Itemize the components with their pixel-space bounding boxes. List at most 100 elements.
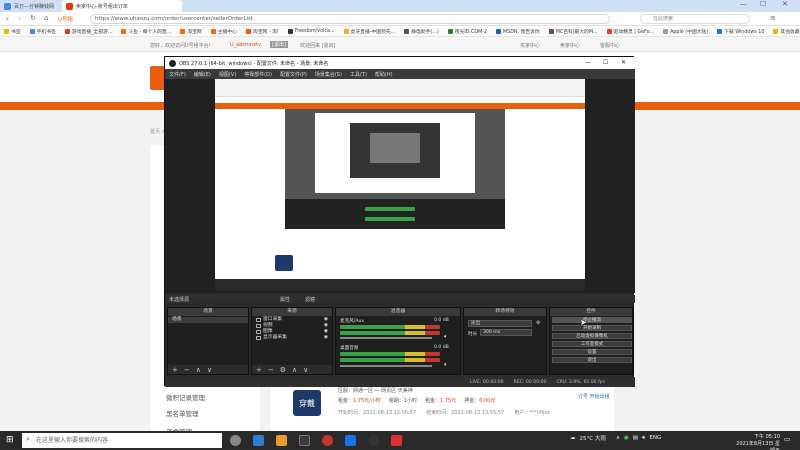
transition-select[interactable]: 淡出 (468, 320, 532, 327)
capture-browser-bar (215, 79, 585, 97)
move-up-icon[interactable]: ∧ (196, 366, 201, 374)
bookmark-item[interactable]: Freedom/volca... (287, 28, 335, 34)
properties-button[interactable]: 属性 (280, 296, 290, 303)
notification-icon[interactable]: ▭ (784, 435, 791, 443)
username-link[interactable]: U_abcmnxtv (230, 42, 261, 48)
add-source-icon[interactable]: + (256, 366, 262, 374)
qq-browser-icon[interactable] (345, 435, 356, 446)
weather-text[interactable]: 25°C 大雨 (580, 434, 606, 442)
buyer-center-link[interactable]: 买家中心 (520, 42, 540, 49)
logout-badge[interactable]: [退出] (270, 41, 288, 48)
back-icon[interactable]: ‹ (6, 14, 9, 23)
tray-chevron-icon[interactable]: ∧ (616, 435, 620, 441)
file-explorer-icon[interactable] (276, 435, 287, 446)
obs-menu-item[interactable]: 帮助(H) (375, 71, 393, 78)
speaker-icon[interactable]: 🔈︎ (444, 361, 448, 369)
scene-item[interactable]: 场景 (168, 317, 248, 323)
taskbar-search-input[interactable]: 在这里输入你要搜索的内容 (22, 433, 222, 448)
transition-gear-icon[interactable]: ⚙ (536, 320, 540, 326)
sidebar-item-records[interactable]: 微积记录管理 (166, 392, 205, 402)
bookmark-item[interactable]: 虎牙直播-中国领先... (343, 28, 395, 35)
bookmark-item[interactable]: 游戏直播_全部游... (64, 28, 112, 35)
seller-center-link[interactable]: 卖家中心 (560, 42, 580, 49)
obs-taskbar-icon[interactable] (368, 435, 379, 446)
bookmark-item[interactable]: 下载 Windows 10 (717, 28, 764, 35)
bookmark-item[interactable]: 书签 (4, 28, 21, 35)
studio-mode-button[interactable]: 工作室模式 (552, 341, 632, 347)
remove-scene-icon[interactable]: − (184, 366, 190, 374)
reload-icon[interactable]: ↻ (30, 14, 36, 22)
mic-channel-db: 0.0 dB (434, 318, 449, 323)
windows-start-icon[interactable]: ⊞ (6, 435, 14, 445)
browser-tab-2[interactable]: 卖家中心-账号租出订单 (62, 0, 183, 12)
desktop-channel-db: 0.0 dB (434, 345, 449, 350)
transitions-dock-title: 转场特效 (464, 308, 546, 316)
obs-menu-item[interactable]: 配置文件(P) (280, 71, 307, 78)
edge-icon[interactable] (253, 435, 264, 446)
bookmark-item[interactable]: 静电助手(...) (404, 28, 439, 35)
forward-icon[interactable]: › (18, 14, 21, 23)
start-recording-button[interactable]: 开始录制 (552, 325, 632, 331)
netease-music-icon[interactable] (322, 435, 333, 446)
task-view-icon[interactable] (230, 435, 241, 446)
maximize-icon[interactable]: ☐ (760, 0, 766, 8)
bookmark-item[interactable]: 斗鱼 - 每个人的直... (121, 28, 171, 35)
bookmark-item[interactable]: 其他收藏 (773, 28, 800, 35)
obs-maximize-icon[interactable]: ☐ (603, 59, 608, 66)
volume-icon[interactable]: 🔊︎ (642, 435, 645, 442)
move-down-icon[interactable]: ∨ (303, 366, 308, 374)
address-bar[interactable]: https://www.uhaozu.com/order/usercenter/… (90, 14, 610, 24)
obs-menu-item[interactable]: 场景集合(S) (315, 71, 342, 78)
bookmark-item[interactable]: 驱动精灵 | GeFo... (606, 28, 654, 35)
move-down-icon[interactable]: ∨ (207, 366, 212, 374)
exit-button[interactable]: 退出 (552, 357, 632, 363)
virtual-camera-button[interactable]: 启动虚拟摄像机 (552, 333, 632, 339)
stop-streaming-button[interactable]: 停止推流 (552, 317, 632, 323)
bookmark-item[interactable]: 夜光ID.COM-2 (447, 28, 487, 35)
obs-menu-item[interactable]: 编辑(E) (194, 71, 211, 78)
obs-menu-item[interactable]: 停靠部件(D) (244, 71, 272, 78)
bookmark-item[interactable]: MC百科|最大的M... (548, 28, 598, 35)
obs-preview-canvas[interactable] (215, 79, 585, 291)
bookmark-item[interactable]: MSDN, 我告诉你 (496, 28, 540, 35)
browser-tabstrip: 百万—分钟赚钱网 卖家中心-账号租出订单 — ☐ ✕ (0, 0, 800, 12)
network-icon[interactable]: ▤ (633, 435, 638, 441)
source-item[interactable]: 显示器采集 ◉ (252, 335, 332, 341)
remove-source-icon[interactable]: − (268, 366, 274, 374)
ime-indicator[interactable]: ENG (649, 435, 661, 441)
visibility-icon[interactable]: ◉ (324, 335, 328, 341)
bookmark-item[interactable]: 手机书签 (29, 28, 56, 35)
move-up-icon[interactable]: ∧ (292, 366, 297, 374)
settings-button[interactable]: 设置 (552, 349, 632, 355)
browser-search-input[interactable]: 在此搜索 (640, 14, 750, 24)
browser-tab-1[interactable]: 百万—分钟赚钱网 (0, 0, 58, 12)
filters-button[interactable]: 滤镜 (305, 296, 315, 303)
bookmark-item[interactable]: 主播中心 (210, 28, 237, 35)
speaker-icon[interactable]: 🔈︎ (444, 333, 448, 341)
obs-menu-item[interactable]: 文件(F) (169, 71, 186, 78)
clock[interactable]: 下午 05:10 2021年8月13日 星期五 (732, 433, 780, 450)
add-scene-icon[interactable]: + (172, 366, 178, 374)
service-center-link[interactable]: 客服中心 (600, 42, 620, 49)
bookmark-item[interactable]: 淘宝网 - 淘! (245, 28, 279, 35)
gear-icon[interactable]: ⚙ (280, 366, 286, 374)
duration-input[interactable]: 300 ms (480, 329, 532, 336)
mic-volume-slider[interactable] (340, 337, 432, 339)
bookmark-favicon-icon (64, 28, 70, 34)
obs-menu-item[interactable]: 视图(V) (219, 71, 236, 78)
menu-icon[interactable]: ≡ (770, 14, 776, 22)
obs-minimize-icon[interactable]: — (585, 59, 591, 66)
app-icon[interactable] (391, 435, 402, 446)
minimize-icon[interactable]: — (740, 0, 747, 8)
home-icon[interactable]: ⌂ (44, 14, 48, 22)
close-icon[interactable]: ✕ (782, 0, 788, 8)
desktop-volume-slider[interactable] (340, 365, 432, 367)
obs-close-icon[interactable]: ✕ (621, 59, 626, 66)
bookmark-item[interactable]: Apple (中国大陆) (663, 28, 708, 35)
terminal-icon[interactable] (299, 435, 310, 446)
bookmark-item[interactable]: 淘宝网 (180, 28, 202, 35)
sidebar-item-blacklist[interactable]: 黑名单管理 (166, 408, 199, 418)
obs-menu-item[interactable]: 工具(T) (350, 71, 367, 78)
wechat-icon[interactable]: ● (624, 435, 629, 441)
order-action-link[interactable]: 订号 开始出租 (578, 393, 610, 400)
